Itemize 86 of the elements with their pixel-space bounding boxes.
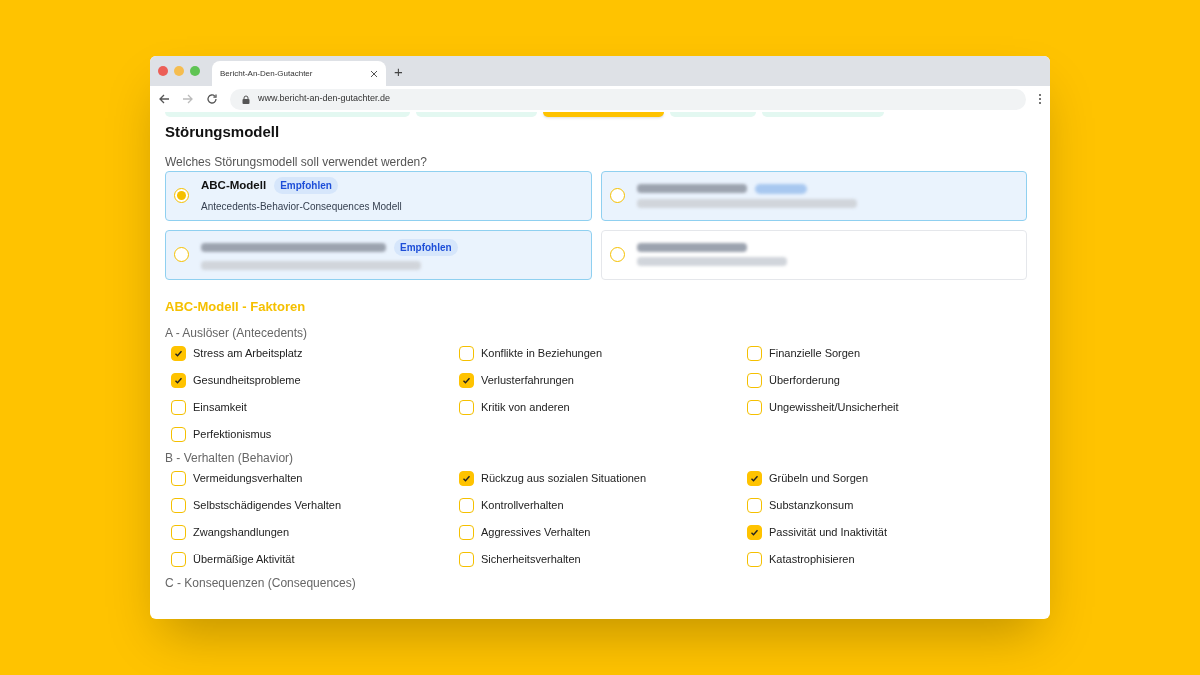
question-text: Welches Störungsmodell soll verwendet werden? [165,153,428,171]
new-tab-button[interactable]: + [394,63,403,79]
checkbox[interactable] [171,400,186,415]
checkbox[interactable] [459,498,474,513]
group-heading: C - Konsequenzen (Consequences) [165,576,357,590]
option-title: ABC-Modell [201,177,267,193]
checkbox[interactable] [747,498,762,513]
lock-icon [242,94,250,104]
checkbox[interactable] [747,471,762,486]
checkbox-item[interactable]: Überforderung [747,367,1035,394]
close-icon[interactable] [370,69,378,78]
radio-button[interactable] [609,247,625,262]
checkbox-item[interactable]: Zwangshandlungen [171,519,459,546]
reload-icon[interactable] [206,93,218,105]
checkbox[interactable] [459,400,474,415]
recommended-badge: Empfohlen [274,177,338,194]
checkbox-item[interactable]: Substanzkonsum [747,492,1035,519]
checkbox[interactable] [459,471,474,486]
option-card[interactable] [600,229,1027,280]
checkbox[interactable] [459,373,474,388]
step-indicator[interactable] [416,112,537,117]
checkbox-item[interactable]: Finanzielle Sorgen [747,340,1035,367]
factors-heading: ABC-Modell - Faktoren [165,297,307,316]
checkbox-item[interactable]: Gesundheitsprobleme [171,367,459,394]
checkbox[interactable] [747,373,762,388]
checkbox-item[interactable]: Konflikte in Beziehungen [459,340,747,367]
back-arrow-icon[interactable] [158,93,170,105]
step-indicator[interactable] [762,112,884,117]
checkbox-item[interactable]: Perfektionismus [171,421,459,448]
step-indicator[interactable] [543,112,664,117]
close-window-icon[interactable] [158,66,168,76]
checkbox-item[interactable]: Katastrophisieren [747,546,1035,573]
checkbox-item[interactable]: Passivität und Inaktivität [747,519,1035,546]
checkbox[interactable] [171,427,186,442]
checkbox-item[interactable]: Kritik von anderen [459,394,747,421]
checkmark-icon [462,376,471,385]
checkmark-icon [750,474,759,483]
checkbox[interactable] [747,552,762,567]
checkbox-item[interactable]: Einsamkeit [171,394,459,421]
checkbox-item[interactable]: Grübeln und Sorgen [747,465,1035,492]
checkbox[interactable] [171,525,186,540]
checkbox-item[interactable]: Kontrollverhalten [459,492,747,519]
checkbox[interactable] [171,471,186,486]
section-title: Störungsmodell [165,122,281,142]
option-card[interactable]: ABC-Modell Empfohlen Antecedents-Behavior-Consequences Modell [165,170,592,221]
checkbox[interactable] [747,400,762,415]
checkbox[interactable] [747,346,762,361]
checkbox-item[interactable]: Stress am Arbeitsplatz [171,340,459,367]
radio-button[interactable] [174,188,189,203]
checkbox[interactable] [459,346,474,361]
checkbox[interactable] [171,498,186,513]
checkbox[interactable] [171,552,186,567]
minimize-window-icon[interactable] [174,66,184,76]
browser-tab[interactable]: Bericht-An-Den-Gutachter [212,61,386,86]
option-card[interactable] [600,170,1027,221]
address-field[interactable]: www.bericht-an-den-gutachter.de [230,88,1026,110]
option-card[interactable]: Empfohlen [165,229,592,280]
checkbox-item[interactable]: Übermäßige Aktivität [171,546,459,573]
checkbox[interactable] [747,525,762,540]
radio-button[interactable] [174,247,189,262]
maximize-window-icon[interactable] [190,66,200,76]
radio-button[interactable] [609,188,625,203]
checkbox[interactable] [171,346,186,361]
checkbox-item[interactable]: Selbstschädigendes Verhalten [171,492,459,519]
checkbox-item[interactable]: Sicherheitsverhalten [459,546,747,573]
step-indicator[interactable] [165,112,410,117]
checkbox-item[interactable]: Rückzug aus sozialen Situationen [459,465,747,492]
checkmark-icon [750,528,759,537]
group-heading: A - Auslöser (Antecedents) [165,326,309,340]
redacted-badge [754,183,807,194]
checkbox[interactable] [459,552,474,567]
checkbox-item[interactable]: Ungewissheit/Unsicherheit [747,394,1035,421]
option-description: Antecedents-Behavior-Consequences Modell [201,200,402,215]
step-indicator[interactable] [670,112,756,117]
checkmark-icon [462,474,471,483]
more-options-icon[interactable] [1038,93,1042,105]
checkbox[interactable] [171,373,186,388]
checkmark-icon [174,349,183,358]
checkbox[interactable] [459,525,474,540]
recommended-badge: Empfohlen [394,239,458,256]
checkbox-item[interactable]: Aggressives Verhalten [459,519,747,546]
checkbox-item[interactable]: Verlusterfahrungen [459,367,747,394]
checkmark-icon [174,376,183,385]
forward-arrow-icon[interactable] [182,93,194,105]
checkbox-item[interactable]: Vermeidungsverhalten [171,465,459,492]
group-heading: B - Verhalten (Behavior) [165,451,295,465]
